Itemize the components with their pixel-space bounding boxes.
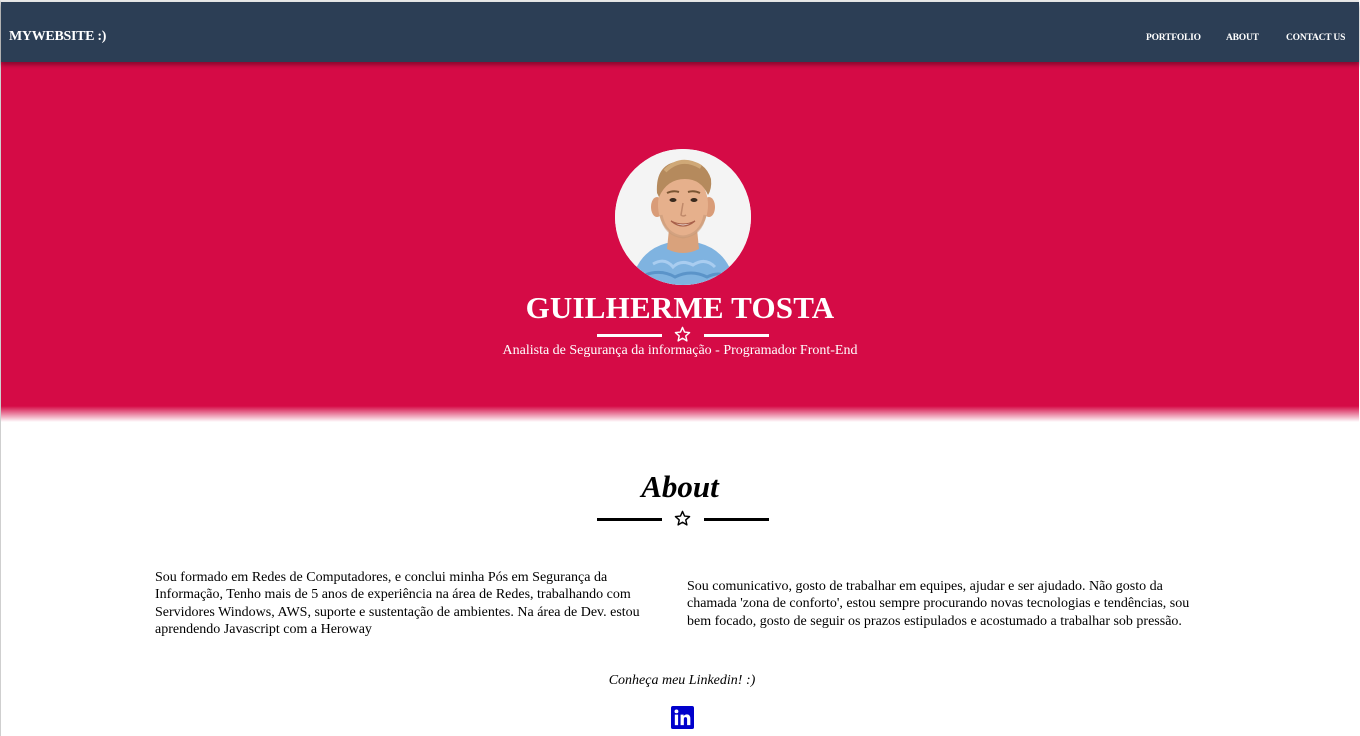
about-title: About (641, 469, 719, 504)
about-right-text: Sou comunicativo, gosto de trabalhar em … (687, 579, 1190, 629)
divider-line (704, 518, 769, 521)
linkedin-icon (671, 706, 694, 729)
hero-name: GUILHERME TOSTA (525, 290, 835, 325)
about-left-text: Sou formado em Redes de Computadores, e … (155, 570, 640, 637)
divider-line (597, 518, 662, 521)
hero-section: GUILHERME TOSTA Analista de Segurança da… (1, 62, 1359, 422)
nav-link-portfolio[interactable]: PORTFOLIO (1146, 33, 1201, 43)
star-icon (674, 326, 691, 342)
linkedin-link[interactable] (671, 706, 694, 729)
avatar (615, 149, 751, 285)
about-divider (597, 510, 769, 528)
hero-subtitle: Analista de Segurança da informação - Pr… (502, 343, 858, 358)
brand-link[interactable]: MYWEBSITE :) (9, 29, 106, 45)
nav-link-about[interactable]: ABOUT (1226, 33, 1259, 43)
nav-link-contact-us[interactable]: CONTACT US (1286, 33, 1345, 43)
star-icon (674, 510, 691, 526)
divider-line (597, 334, 662, 337)
divider-line (704, 334, 769, 337)
navbar: MYWEBSITE :) PORTFOLIO ABOUT CONTACT US (1, 2, 1359, 62)
hero-divider (597, 326, 769, 344)
linkedin-caption: Conheça meu Linkedin! :) (608, 673, 756, 688)
